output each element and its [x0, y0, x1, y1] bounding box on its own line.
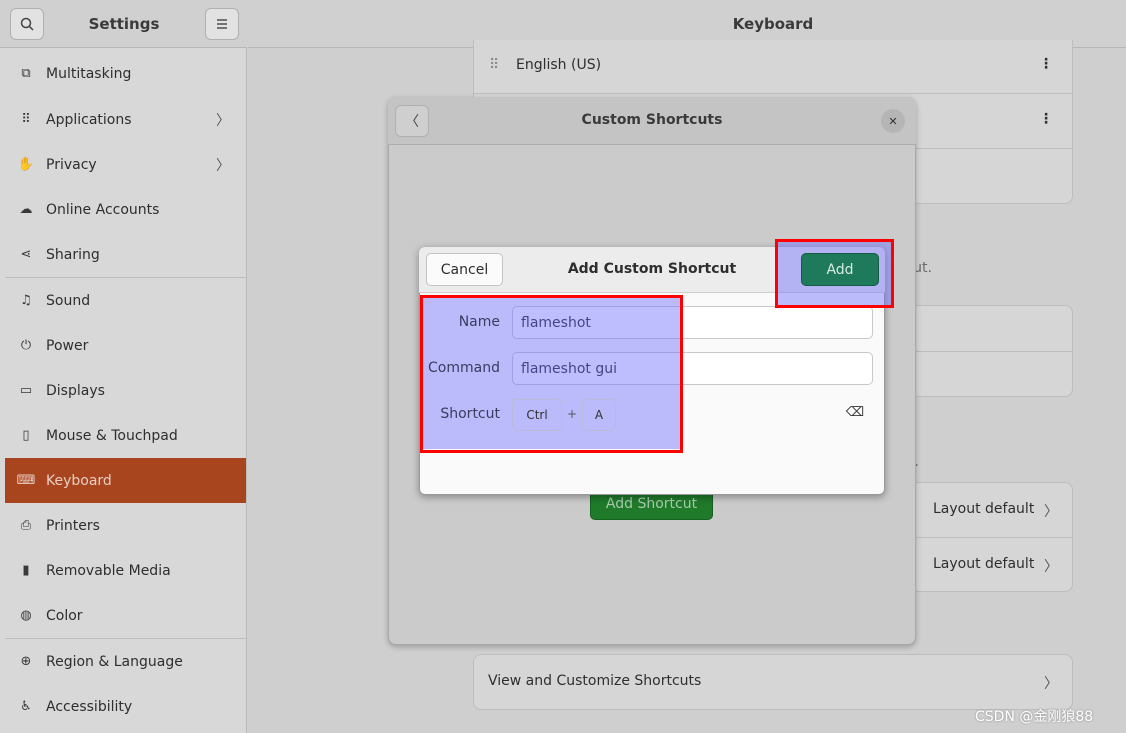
sidebar-item-label: Mouse & Touchpad — [46, 427, 178, 444]
palette-icon: ◍ — [20, 608, 32, 623]
more-options-icon[interactable]: ⋮ — [1038, 56, 1054, 76]
apps-grid-icon: ⠿ — [21, 112, 31, 127]
sidebar-item-label: Keyboard — [46, 472, 112, 489]
close-button[interactable]: ✕ — [881, 109, 905, 133]
sidebar-item-label: Sound — [46, 292, 91, 309]
watermark-text: CSDN @金刚狼88 — [975, 709, 1094, 725]
keyboard-icon: ⌨ — [16, 473, 36, 488]
hand-icon: ✋ — [17, 157, 35, 172]
row-divider — [474, 93, 1072, 94]
chevron-right-icon: 〉 — [1044, 559, 1058, 575]
sidebar-item-label: Applications — [46, 111, 132, 128]
sidebar-item-label: Privacy — [46, 156, 97, 173]
close-icon: ✕ — [888, 114, 898, 128]
cancel-button[interactable]: Cancel — [426, 253, 503, 286]
hamburger-icon — [217, 19, 227, 29]
printer-icon: ⎙ — [20, 518, 32, 533]
sidebar-item-power[interactable]: ⏻ Power — [5, 323, 246, 368]
sidebar-item-color[interactable]: ◍ Color — [5, 593, 246, 638]
clear-shortcut-icon[interactable]: ⌫ — [844, 405, 866, 423]
power-icon: ⏻ — [20, 338, 32, 353]
sidebar-item-label: Removable Media — [46, 562, 171, 579]
annotation-box-fields — [420, 295, 683, 453]
more-options-icon[interactable]: ⋮ — [1038, 111, 1054, 131]
drag-handle-icon[interactable]: ⠿ — [489, 56, 501, 74]
sidebar-item-label: Power — [46, 337, 89, 354]
annotation-box-add — [775, 239, 894, 308]
sidebar-item-label: Accessibility — [46, 698, 133, 715]
dialog-title: Add Custom Shortcut — [567, 261, 737, 277]
music-note-icon: ♫ — [20, 293, 32, 308]
share-icon: ⋖ — [20, 247, 32, 262]
sidebar-item-label: Sharing — [46, 246, 100, 263]
accessibility-icon: ♿ — [20, 699, 32, 714]
multitasking-icon: ⧉ — [21, 66, 31, 81]
globe-icon: ⊕ — [20, 654, 32, 669]
chevron-left-icon: 〈 — [405, 114, 419, 130]
layout-default-value[interactable]: Layout default — [933, 556, 1034, 572]
mouse-icon: ▯ — [22, 428, 30, 443]
menu-button[interactable] — [205, 8, 239, 40]
sidebar-item-printers[interactable]: ⎙ Printers — [5, 503, 246, 548]
sidebar-item-accessibility[interactable]: ♿ Accessibility — [5, 684, 246, 729]
page-title: Keyboard — [732, 15, 814, 33]
search-button[interactable] — [10, 8, 44, 40]
sidebar-item-label: Printers — [46, 517, 100, 534]
sidebar-item-mouse-touchpad[interactable]: ▯ Mouse & Touchpad — [5, 413, 246, 458]
sidebar-item-label: Color — [46, 607, 83, 624]
sidebar-item-label: Multitasking — [46, 65, 132, 82]
sidebar-item-sharing[interactable]: ⋖ Sharing — [5, 232, 246, 277]
layout-default-value[interactable]: Layout default — [933, 501, 1034, 517]
sidebar-item-removable-media[interactable]: ▮ Removable Media — [5, 548, 246, 593]
sidebar-item-region-language[interactable]: ⊕ Region & Language — [5, 639, 246, 684]
sidebar-item-label: Online Accounts — [46, 201, 160, 218]
chevron-right-icon: 〉 — [216, 112, 230, 129]
sidebar-item-displays[interactable]: ▭ Displays — [5, 368, 246, 413]
sidebar-title: Settings — [88, 15, 160, 33]
sidebar-item-label: Displays — [46, 382, 105, 399]
usb-drive-icon: ▮ — [22, 563, 30, 578]
dialog-title: Custom Shortcuts — [581, 112, 723, 128]
sidebar-item-applications[interactable]: ⠿ Applications 〉 — [5, 97, 246, 142]
cloud-icon: ☁ — [19, 202, 33, 217]
chevron-right-icon: 〉 — [216, 157, 230, 174]
chevron-right-icon: 〉 — [1044, 676, 1058, 692]
sidebar-item-keyboard[interactable]: ⌨ Keyboard — [5, 458, 246, 503]
display-icon: ▭ — [19, 383, 33, 398]
back-button[interactable]: 〈 — [395, 105, 429, 137]
view-customize-shortcuts-label: View and Customize Shortcuts — [488, 673, 702, 689]
chevron-right-icon: 〉 — [1044, 504, 1058, 520]
sidebar-item-sound[interactable]: ♫ Sound — [5, 278, 246, 323]
sidebar-item-label: Region & Language — [46, 653, 183, 670]
sidebar-item-online-accounts[interactable]: ☁ Online Accounts — [5, 187, 246, 232]
sidebar-item-privacy[interactable]: ✋ Privacy 〉 — [5, 142, 246, 187]
input-source-label: English (US) — [516, 57, 602, 73]
search-icon — [20, 17, 34, 31]
sidebar-item-multitasking[interactable]: ⧉ Multitasking — [5, 51, 246, 96]
